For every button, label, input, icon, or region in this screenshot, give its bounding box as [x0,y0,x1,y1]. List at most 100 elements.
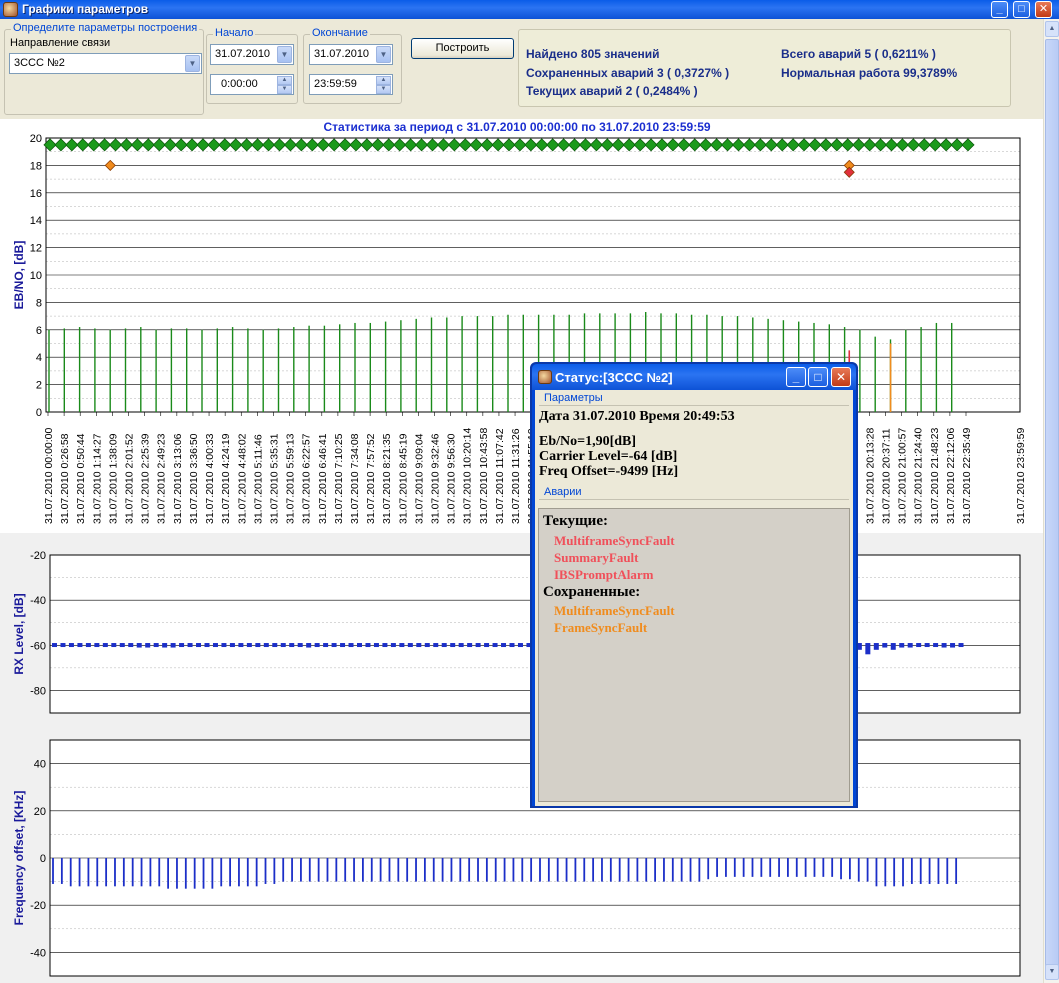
chart2-bar [85,643,91,648]
chart2-bar [958,643,964,648]
chart1-xtick-label: 31.07.2010 9:09:04 [413,433,425,524]
popup-minimize-button[interactable]: _ [786,367,806,387]
saved-alarm-item: FrameSyncFault [554,620,648,635]
scroll-up-icon[interactable]: ▲ [1045,21,1059,37]
chart1-xtick-label: 31.07.2010 0:26:58 [59,433,71,524]
spin-up-icon[interactable]: ▲ [277,76,292,85]
chart2-bar [484,643,490,648]
divider [539,499,849,500]
chart2-bar [246,643,252,648]
chart2-bar [77,643,83,648]
saved-alarm-item: MultiframeSyncFault [554,603,675,618]
direction-combo[interactable]: 3CCC №2 ▼ [9,53,202,74]
popup-maximize-button[interactable]: □ [808,367,828,387]
chart2-bar [382,643,388,648]
chart2-bar [501,643,507,648]
stat-saved-alarms: Сохраненных аварий 3 ( 0,3727% ) [526,66,730,80]
chart1-xtick-label: 31.07.2010 0:50:44 [75,433,87,524]
current-alarms-header: Текущие: [543,513,608,529]
chart1-ytick-label: 10 [30,270,42,282]
parameters-panel: Определите параметры построения Направле… [0,19,1043,119]
chevron-down-icon[interactable]: ▼ [185,55,200,72]
chart2-bar [196,643,202,648]
popup-close-button[interactable]: ✕ [831,367,851,387]
chart1-ytick-label: 6 [36,325,42,337]
popup-carrier: Carrier Level=-64 [dB] [539,449,678,464]
stat-found: Найдено 805 значений [526,47,660,61]
chart2-bar [170,643,176,648]
popup-datetime: Дата 31.07.2010 Время 20:49:53 [539,409,735,424]
chart2-bar [517,643,523,648]
spin-up-icon[interactable]: ▲ [376,76,391,85]
chart1-ytick-label: 0 [36,407,42,419]
chart2-bar [492,643,498,648]
chart2-bar [873,643,879,650]
chart2-bar [348,643,354,648]
saved-alarms-header: Сохраненные: [543,584,641,600]
end-group-label: Окончание [310,27,370,39]
close-button[interactable]: ✕ [1035,1,1052,18]
chart2-bar [314,643,320,648]
scroll-down-icon[interactable]: ▼ [1045,964,1059,980]
popup-ebno: Eb/No=1,90[dB] [539,434,637,449]
chart1-ytick-label: 2 [36,380,42,392]
chart3-ytick-label: 20 [34,806,46,818]
chart1-xtick-label: 31.07.2010 6:22:57 [301,433,313,524]
chart1-xtick-label: 31.07.2010 10:20:14 [462,427,474,524]
spin-down-icon[interactable]: ▼ [277,85,292,94]
chart2-bar [365,643,371,648]
app-icon [3,2,18,17]
chart2-bar [882,643,888,648]
build-button[interactable]: Построить [411,38,514,59]
chart2-bar [416,643,422,648]
chart2-bar [119,643,125,648]
maximize-button[interactable]: □ [1013,1,1030,18]
chart3-ytick-label: 40 [34,759,46,771]
chart2-bar [94,643,100,648]
statistics-box: Найдено 805 значений Сохраненных аварий … [518,29,1011,107]
chart2-bar [424,643,430,648]
chart2-bar [390,643,396,648]
start-time-spinner[interactable]: 0:00:00 ▲ ▼ [210,74,294,95]
end-date-picker[interactable]: 31.07.2010 ▼ [309,44,393,65]
status-popup[interactable]: Статус:[3CCC №2] _ □ ✕ Параметры Дата 31… [530,362,858,808]
chart1-xtick-label: 31.07.2010 22:35:49 [961,427,973,524]
chart2-bar [890,643,896,650]
minimize-button[interactable]: _ [991,1,1008,18]
chart3-ytick-label: 0 [40,853,46,865]
chevron-down-icon[interactable]: ▼ [277,46,292,63]
chart1-xtick-label: 31.07.2010 9:56:30 [446,433,458,524]
chart2-bar [340,643,346,648]
current-alarm-item: MultiframeSyncFault [554,533,675,548]
chart2-bar [297,643,303,648]
chart2-bar [450,643,456,648]
chart2-bar [52,643,57,648]
chart2-bar [212,643,218,648]
chart2-ytick-label: -80 [30,685,46,697]
scroll-thumb[interactable] [1045,39,1059,979]
current-alarm-item: IBSPromptAlarm [554,567,654,582]
chart2-bar [204,643,210,648]
spin-down-icon[interactable]: ▼ [376,85,391,94]
chart2-bar [509,643,515,648]
chart1-ytick-label: 16 [30,188,42,200]
charts-area: Статистика за период с 31.07.2010 00:00:… [0,119,1043,983]
stat-normal-work: Нормальная работа 99,3789% [781,66,958,80]
popup-freq: Freq Offset=-9499 [Hz] [539,464,679,479]
window-titlebar[interactable]: Графики параметров _ □ ✕ [0,0,1059,19]
start-date-picker[interactable]: 31.07.2010 ▼ [210,44,294,65]
popup-titlebar[interactable]: Статус:[3CCC №2] _ □ ✕ [532,364,856,390]
chart2-bar [263,643,269,648]
start-group-label: Начало [213,27,256,39]
chevron-down-icon[interactable]: ▼ [376,46,391,63]
chart1-ytick-label: 4 [36,352,42,364]
app-icon [538,370,552,384]
chart1-xtick-label: 31.07.2010 10:43:58 [478,427,490,524]
vertical-scrollbar[interactable]: ▲ ▼ [1043,19,1059,983]
chart1-ytick-label: 14 [30,215,42,227]
chart2-bar [136,643,142,648]
chart2-bar [60,643,66,648]
end-time-spinner[interactable]: 23:59:59 ▲ ▼ [309,74,393,95]
chart2-bar [187,643,193,648]
chart1-title: Статистика за период с 31.07.2010 00:00:… [323,120,710,134]
